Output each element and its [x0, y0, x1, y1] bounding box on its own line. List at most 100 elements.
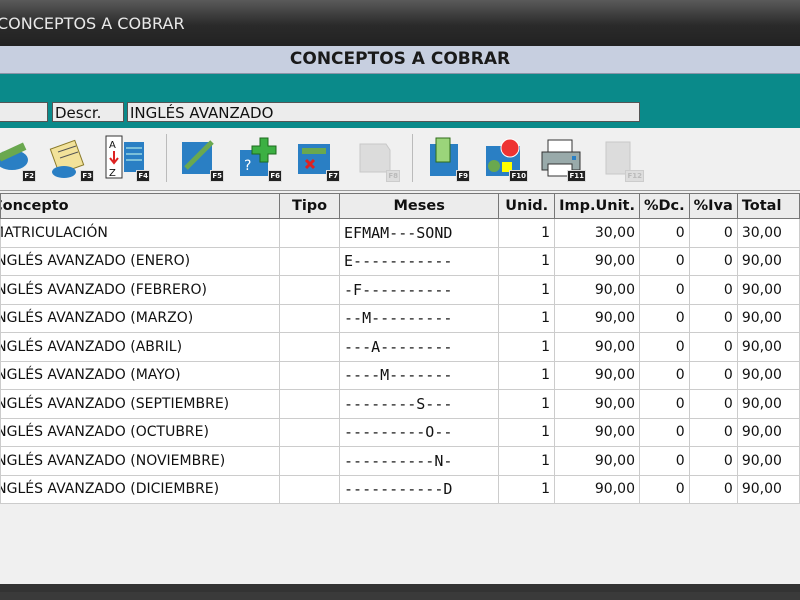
page-title: CONCEPTOS A COBRAR [0, 46, 800, 74]
cell-imp-unit: 90,00 [554, 446, 640, 476]
cell-meses: --------S--- [339, 389, 500, 419]
cell-concepto: INGLÉS AVANZADO (MAYO) [0, 360, 281, 390]
toolbar: F2 F3 A Z F4 F5 ? F6 F7 F8 F9 F10 F11 F1… [0, 128, 800, 191]
f5-button[interactable]: F5 [176, 134, 224, 182]
cell-iva: 0 [688, 389, 738, 419]
cell-dc: 0 [638, 474, 690, 504]
cell-iva: 0 [688, 474, 738, 504]
table-row[interactable]: INGLÉS AVANZADO (ABRIL) ---A-------- 1 90,0… [0, 332, 800, 362]
cell-tipo [279, 303, 341, 333]
col-header-tipo[interactable]: Tipo [279, 193, 341, 219]
bottom-border [0, 584, 800, 592]
col-header-iva[interactable]: %Iva [688, 193, 738, 219]
cell-meses: ----M------- [339, 360, 500, 390]
col-header-unid[interactable]: Unid. [498, 193, 556, 219]
cell-unid: 1 [498, 360, 556, 390]
cell-tipo [279, 246, 341, 276]
cell-imp-unit: 90,00 [554, 303, 640, 333]
table-row[interactable]: INGLÉS AVANZADO (NOVIEMBRE) ----------N- 1… [0, 446, 800, 476]
cell-dc: 0 [638, 303, 690, 333]
f7-button[interactable]: F7 [292, 134, 340, 182]
cell-meses: ---------O-- [339, 417, 500, 447]
f4-button[interactable]: A Z F4 [102, 134, 150, 182]
cell-unid: 1 [498, 332, 556, 362]
f2-button[interactable]: F2 [0, 134, 36, 182]
cell-tipo [279, 417, 341, 447]
f9-key-label: F9 [456, 170, 470, 182]
f6-button[interactable]: ? F6 [234, 134, 282, 182]
f11-button[interactable]: F11 [538, 134, 586, 182]
table-row[interactable]: MATRICULACIÓN EFMAM---SOND 1 30,00 0 0 30,00 [0, 218, 800, 248]
cell-tipo [279, 389, 341, 419]
cell-imp-unit: 90,00 [554, 246, 640, 276]
cell-unid: 1 [498, 303, 556, 333]
table-row[interactable]: INGLÉS AVANZADO (MAYO) ----M------- 1 90,00… [0, 360, 800, 390]
descr-field[interactable]: INGLÉS AVANZADO [127, 102, 640, 122]
f7-key-label: F7 [326, 170, 340, 182]
main-client-area: CONCEPTOS A COBRAR Descr. INGLÉS AVANZAD… [0, 46, 800, 592]
cell-tipo [279, 275, 341, 305]
cell-dc: 0 [638, 332, 690, 362]
col-header-total[interactable]: Total [736, 193, 800, 219]
cell-unid: 1 [498, 446, 556, 476]
table-row[interactable]: INGLÉS AVANZADO (MARZO) --M--------- 1 90,0… [0, 303, 800, 333]
cell-meses: ----------N- [339, 446, 500, 476]
filter-row: Descr. INGLÉS AVANZADO [0, 96, 800, 128]
f10-button[interactable]: F10 [480, 134, 528, 182]
cell-total: 90,00 [736, 389, 800, 419]
f12-button[interactable]: F12 [596, 134, 644, 182]
cell-total: 90,00 [736, 474, 800, 504]
cell-meses: -----------D [339, 474, 500, 504]
cell-imp-unit: 90,00 [554, 360, 640, 390]
cell-concepto: INGLÉS AVANZADO (MARZO) [0, 303, 281, 333]
col-header-imp-unit[interactable]: Imp.Unit. [554, 193, 640, 219]
cell-unid: 1 [498, 246, 556, 276]
f4-key-label: F4 [136, 170, 150, 182]
f3-button[interactable]: F3 [46, 134, 94, 182]
table-row[interactable]: INGLÉS AVANZADO (ENERO) E----------- 1 90,0… [0, 246, 800, 276]
cell-meses: ---A-------- [339, 332, 500, 362]
cell-iva: 0 [688, 332, 738, 362]
f6-key-label: F6 [268, 170, 282, 182]
f2-key-label: F2 [22, 170, 36, 182]
cell-total: 90,00 [736, 446, 800, 476]
cell-dc: 0 [638, 417, 690, 447]
cell-meses: E----------- [339, 246, 500, 276]
cell-dc: 0 [638, 446, 690, 476]
col-header-meses[interactable]: Meses [339, 193, 500, 219]
cell-total: 90,00 [736, 246, 800, 276]
concepts-table: Concepto Tipo Meses Unid. Imp.Unit. %Dc.… [0, 193, 800, 504]
cell-tipo [279, 474, 341, 504]
cell-iva: 0 [688, 360, 738, 390]
f3-key-label: F3 [80, 170, 94, 182]
table-header-row: Concepto Tipo Meses Unid. Imp.Unit. %Dc.… [0, 193, 800, 219]
table-row[interactable]: INGLÉS AVANZADO (FEBRERO) -F---------- 1 90… [0, 275, 800, 305]
cell-imp-unit: 30,00 [554, 218, 640, 248]
svg-text:Z: Z [109, 168, 116, 179]
f9-button[interactable]: F9 [422, 134, 470, 182]
cell-unid: 1 [498, 389, 556, 419]
cell-concepto: INGLÉS AVANZADO (DICIEMBRE) [0, 474, 281, 504]
cell-total: 90,00 [736, 275, 800, 305]
cell-total: 90,00 [736, 332, 800, 362]
cell-concepto: INGLÉS AVANZADO (SEPTIEMBRE) [0, 389, 281, 419]
col-header-concepto[interactable]: Concepto [0, 193, 281, 219]
cell-concepto: INGLÉS AVANZADO (FEBRERO) [0, 275, 281, 305]
cell-concepto: INGLÉS AVANZADO (OCTUBRE) [0, 417, 281, 447]
window-title: CONCEPTOS A COBRAR [0, 14, 185, 33]
table-row[interactable]: INGLÉS AVANZADO (SEPTIEMBRE) --------S---… [0, 389, 800, 419]
f8-key-label: F8 [386, 170, 400, 182]
svg-text:A: A [109, 140, 116, 151]
window-titlebar[interactable]: CONCEPTOS A COBRAR [0, 0, 800, 47]
top-band [0, 74, 800, 96]
cell-dc: 0 [638, 246, 690, 276]
cell-iva: 0 [688, 275, 738, 305]
cell-dc: 0 [638, 360, 690, 390]
code-field[interactable] [0, 102, 48, 122]
table-row[interactable]: INGLÉS AVANZADO (DICIEMBRE) -----------D 1… [0, 474, 800, 504]
col-header-dc[interactable]: %Dc. [638, 193, 690, 219]
svg-text:?: ? [244, 158, 251, 174]
table-row[interactable]: INGLÉS AVANZADO (OCTUBRE) ---------O-- 1 90… [0, 417, 800, 447]
f8-button[interactable]: F8 [352, 134, 400, 182]
cell-total: 30,00 [736, 218, 800, 248]
